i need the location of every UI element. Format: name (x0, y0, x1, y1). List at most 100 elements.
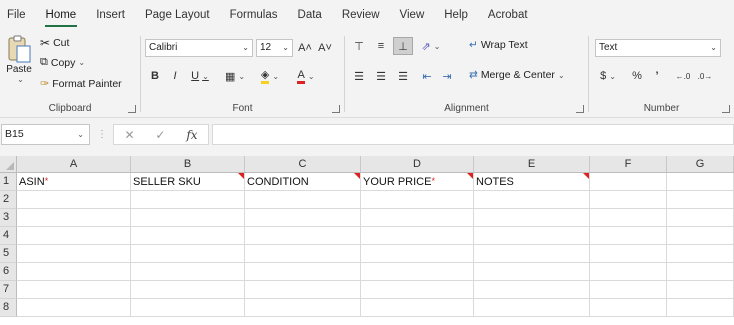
cell-f6[interactable] (590, 263, 667, 281)
fill-color-button[interactable]: ◈ ⌄ (255, 67, 285, 85)
cell-d8[interactable] (361, 299, 474, 317)
column-header-e[interactable]: E (474, 156, 590, 173)
borders-button[interactable]: ▦ ⌄ (221, 67, 249, 85)
cell-b3[interactable] (131, 209, 245, 227)
cell-d3[interactable] (361, 209, 474, 227)
align-center-button[interactable]: ☰ (371, 67, 391, 85)
cell-g5[interactable] (667, 245, 734, 263)
cell-f5[interactable] (590, 245, 667, 263)
tab-formulas[interactable]: Formulas (230, 0, 278, 30)
cell-d2[interactable] (361, 191, 474, 209)
select-all-button[interactable] (0, 156, 17, 173)
cell-e3[interactable] (474, 209, 590, 227)
top-align-button[interactable]: ⊤ (349, 37, 369, 55)
cell-a5[interactable] (17, 245, 131, 263)
column-header-c[interactable]: C (245, 156, 361, 173)
row-header-8[interactable]: 8 (0, 299, 17, 317)
row-header-1[interactable]: 1 (0, 173, 17, 191)
underline-button[interactable]: U ⌄ (187, 67, 213, 85)
align-left-button[interactable]: ☰ (349, 67, 369, 85)
tab-file[interactable]: File (7, 0, 26, 30)
cell-c5[interactable] (245, 245, 361, 263)
row-header-2[interactable]: 2 (0, 191, 17, 209)
tab-home[interactable]: Home (44, 0, 77, 30)
dialog-launcher-icon[interactable] (128, 105, 136, 113)
row-header-6[interactable]: 6 (0, 263, 17, 281)
cell-f2[interactable] (590, 191, 667, 209)
row-header-5[interactable]: 5 (0, 245, 17, 263)
paste-button[interactable]: Paste ⌄ (4, 34, 34, 90)
formula-input[interactable] (212, 124, 734, 145)
font-color-button[interactable]: A ⌄ (291, 67, 321, 85)
cell-e2[interactable] (474, 191, 590, 209)
italic-button[interactable]: I (165, 67, 185, 85)
bold-button[interactable]: B (145, 67, 165, 85)
merge-center-button[interactable]: ⇄ Merge & Center ⌄ (469, 69, 565, 81)
column-header-g[interactable]: G (667, 156, 734, 173)
comma-style-button[interactable]: ’ (647, 67, 667, 85)
cell-c8[interactable] (245, 299, 361, 317)
cell-e4[interactable] (474, 227, 590, 245)
cell-e6[interactable] (474, 263, 590, 281)
cell-a7[interactable] (17, 281, 131, 299)
tab-acrobat[interactable]: Acrobat (488, 0, 528, 30)
cell-f8[interactable] (590, 299, 667, 317)
row-header-3[interactable]: 3 (0, 209, 17, 227)
increase-indent-button[interactable]: ⇥ (437, 67, 457, 85)
cell-d4[interactable] (361, 227, 474, 245)
increase-decimal-button[interactable]: ←.0 (673, 67, 693, 85)
increase-font-size-button[interactable]: A˄ (295, 39, 315, 57)
cell-d1[interactable]: YOUR PRICE* (361, 173, 474, 191)
cell-a1[interactable]: ASIN* (17, 173, 131, 191)
percent-button[interactable]: % (627, 67, 647, 85)
cell-g6[interactable] (667, 263, 734, 281)
dialog-launcher-icon[interactable] (332, 105, 340, 113)
cell-c7[interactable] (245, 281, 361, 299)
column-header-d[interactable]: D (361, 156, 474, 173)
font-name-select[interactable]: Calibri ⌄ (145, 39, 253, 57)
cell-b8[interactable] (131, 299, 245, 317)
column-header-a[interactable]: A (17, 156, 131, 173)
cancel-icon[interactable]: ✕ (124, 128, 134, 142)
cell-g4[interactable] (667, 227, 734, 245)
cut-button[interactable]: ✂ Cut (40, 36, 69, 50)
cell-b4[interactable] (131, 227, 245, 245)
cell-d7[interactable] (361, 281, 474, 299)
decrease-indent-button[interactable]: ⇤ (417, 67, 437, 85)
tab-review[interactable]: Review (342, 0, 380, 30)
cell-b7[interactable] (131, 281, 245, 299)
cell-a8[interactable] (17, 299, 131, 317)
cell-c6[interactable] (245, 263, 361, 281)
tab-page-layout[interactable]: Page Layout (145, 0, 210, 30)
cell-e8[interactable] (474, 299, 590, 317)
insert-function-icon[interactable]: fx (186, 128, 197, 142)
cell-a6[interactable] (17, 263, 131, 281)
cell-a4[interactable] (17, 227, 131, 245)
tab-data[interactable]: Data (298, 0, 322, 30)
cell-a3[interactable] (17, 209, 131, 227)
cell-b2[interactable] (131, 191, 245, 209)
cell-b1[interactable]: SELLER SKU (131, 173, 245, 191)
cell-g8[interactable] (667, 299, 734, 317)
cell-f3[interactable] (590, 209, 667, 227)
cell-g1[interactable] (667, 173, 734, 191)
decrease-decimal-button[interactable]: .0→ (695, 67, 715, 85)
orientation-button[interactable]: ⇗ ⌄ (417, 37, 445, 55)
format-painter-button[interactable]: ✑ Format Painter (40, 77, 122, 91)
cell-e1[interactable]: NOTES (474, 173, 590, 191)
cell-c3[interactable] (245, 209, 361, 227)
align-right-button[interactable]: ☰ (393, 67, 413, 85)
row-header-7[interactable]: 7 (0, 281, 17, 299)
copy-button[interactable]: ⧉ Copy ⌄ (40, 56, 85, 69)
cell-d6[interactable] (361, 263, 474, 281)
number-format-select[interactable]: Text ⌄ (595, 39, 721, 57)
cell-f1[interactable] (590, 173, 667, 191)
cell-e7[interactable] (474, 281, 590, 299)
cell-g7[interactable] (667, 281, 734, 299)
column-header-f[interactable]: F (590, 156, 667, 173)
column-header-b[interactable]: B (131, 156, 245, 173)
middle-align-button[interactable]: ≡ (371, 37, 391, 55)
dialog-launcher-icon[interactable] (722, 105, 730, 113)
cell-d5[interactable] (361, 245, 474, 263)
name-box[interactable]: B15 ⌄ (1, 124, 90, 145)
